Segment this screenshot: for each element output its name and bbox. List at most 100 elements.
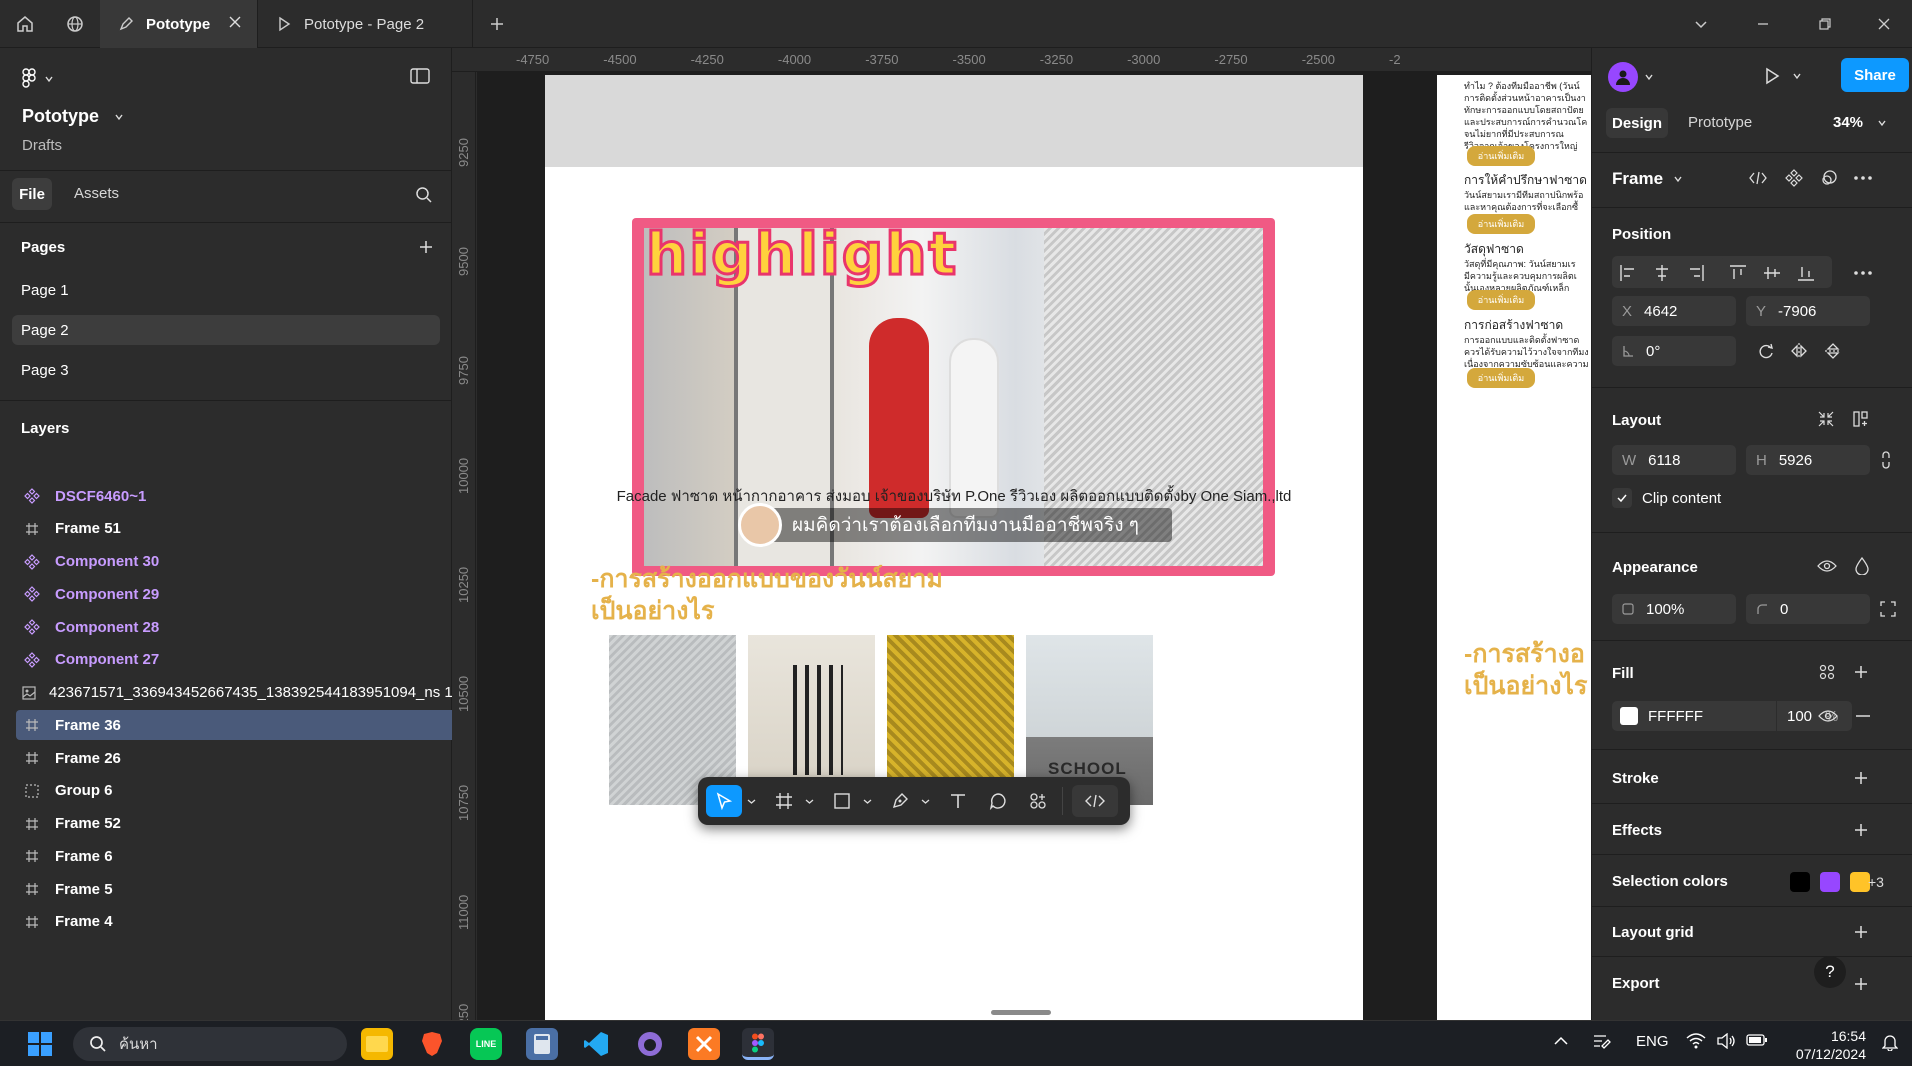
network-icon[interactable] (1686, 1033, 1706, 1049)
clock[interactable]: 16:54 07/12/2024 (1788, 1027, 1866, 1063)
toggle-visibility-button[interactable] (1817, 559, 1837, 573)
flip-horizontal-button[interactable] (1790, 342, 1808, 360)
height-field[interactable]: H 5926 (1746, 445, 1870, 475)
xampp-button[interactable] (688, 1028, 720, 1060)
new-tab-button[interactable] (472, 0, 522, 48)
move-tool-dropdown[interactable] (744, 785, 758, 817)
calculator-button[interactable] (526, 1028, 558, 1060)
shape-tool-button[interactable] (826, 785, 858, 817)
present-dropdown[interactable] (1792, 71, 1802, 81)
show-hidden-icons-button[interactable] (1553, 1033, 1569, 1049)
brave-browser-button[interactable] (416, 1028, 448, 1060)
selection-colors-more[interactable]: +3 (1868, 874, 1884, 890)
frame-tool-button[interactable] (768, 785, 800, 817)
frame-tool-dropdown[interactable] (802, 785, 816, 817)
file-explorer-button[interactable] (361, 1028, 393, 1060)
align-left-button[interactable] (1619, 264, 1637, 282)
design-frame[interactable]: highlight ผมคิดว่าเราต้องเลือกทีมงานมืออ… (545, 75, 1363, 1020)
layer-row[interactable]: Frame 5 (16, 874, 452, 904)
tab-assets[interactable]: Assets (74, 185, 119, 202)
frame-type-dropdown[interactable]: Frame (1612, 169, 1683, 189)
more-options-button[interactable] (1854, 176, 1872, 180)
resize-to-fit-button[interactable] (1817, 410, 1835, 428)
add-export-button[interactable] (1853, 976, 1869, 992)
boolean-button[interactable] (1820, 169, 1838, 187)
align-right-button[interactable] (1687, 264, 1705, 282)
close-window-button[interactable] (1856, 0, 1912, 48)
pen-tool-button[interactable] (884, 785, 916, 817)
rotation-field[interactable]: 0° (1612, 336, 1736, 366)
figma-app-button[interactable] (742, 1028, 774, 1060)
side-frame[interactable]: ทำไม ? ต้องทีมมืออาชีพ (วันน์ การติดตั้งส… (1437, 75, 1591, 1020)
corner-radius-field[interactable]: 0 (1746, 594, 1870, 624)
tab-file[interactable]: File (12, 178, 52, 210)
page-item-page-3[interactable]: Page 3 (12, 355, 440, 385)
align-horizontal-center-button[interactable] (1653, 264, 1671, 282)
language-indicator[interactable]: ENG (1636, 1033, 1669, 1050)
inspect-code-button[interactable] (1749, 170, 1767, 186)
opacity-field[interactable]: 100% (1612, 594, 1736, 624)
add-page-button[interactable] (418, 239, 434, 255)
independent-corners-button[interactable] (1880, 601, 1896, 617)
selection-color-swatch[interactable] (1820, 872, 1840, 892)
tab-prototype[interactable]: Prototype (1688, 114, 1752, 131)
volume-icon[interactable] (1716, 1033, 1736, 1049)
layer-row[interactable]: Frame 26 (16, 743, 452, 773)
text-tool-button[interactable] (942, 785, 974, 817)
community-button[interactable] (50, 0, 100, 48)
project-location[interactable]: Drafts (22, 137, 62, 154)
layer-row[interactable]: Group 6 (16, 776, 452, 806)
layer-row[interactable]: Frame 6 (16, 841, 452, 871)
auto-layout-button[interactable] (1852, 410, 1870, 428)
layer-row[interactable]: Frame 51 (16, 514, 452, 544)
layer-row[interactable]: Frame 52 (16, 809, 452, 839)
shape-tool-dropdown[interactable] (860, 785, 874, 817)
search-layers-button[interactable] (415, 186, 433, 204)
constrain-proportions-button[interactable] (1880, 451, 1892, 469)
fill-color-field[interactable]: FFFFFF 100 % (1612, 701, 1852, 731)
highlight-video-card[interactable]: highlight ผมคิดว่าเราต้องเลือกทีมงานมืออ… (632, 218, 1275, 576)
comment-tool-button[interactable] (982, 785, 1014, 817)
fill-visibility-toggle[interactable] (1818, 709, 1838, 723)
minimize-button[interactable] (1732, 0, 1794, 48)
scrollbar[interactable] (991, 1010, 1051, 1015)
read-more-button[interactable]: อ่านเพิ่มเติม (1467, 290, 1535, 310)
vscode-button[interactable] (580, 1028, 612, 1060)
layer-row[interactable]: Component 27 (16, 645, 452, 675)
more-alignment-button[interactable] (1854, 271, 1872, 275)
layer-row[interactable]: 423671571_336943452667435_13839254418395… (16, 678, 453, 708)
project-name[interactable]: Pototype (22, 106, 124, 127)
y-position-field[interactable]: Y -7906 (1746, 296, 1870, 326)
share-button[interactable]: Share (1841, 58, 1909, 92)
remove-fill-button[interactable] (1855, 715, 1871, 717)
toggle-sidebar-button[interactable] (410, 68, 430, 84)
canvas[interactable]: highlight ผมคิดว่าเราต้องเลือกทีมงานมืออ… (477, 72, 1591, 1020)
align-bottom-button[interactable] (1797, 264, 1815, 282)
pen-tool-dropdown[interactable] (918, 785, 932, 817)
layer-row[interactable]: DSCF6460~1 (16, 481, 452, 511)
github-desktop-button[interactable] (634, 1028, 666, 1060)
notifications-button[interactable] (1882, 1033, 1898, 1051)
line-app-button[interactable]: LINE (470, 1028, 502, 1060)
zoom-dropdown[interactable]: 34% (1833, 114, 1887, 131)
read-more-button[interactable]: อ่านเพิ่มเติม (1467, 146, 1535, 166)
taskbar-search[interactable]: ค้นหา (73, 1027, 347, 1061)
tab-design[interactable]: Design (1606, 108, 1668, 138)
dev-mode-button[interactable] (1072, 785, 1118, 817)
close-tab-icon[interactable] (227, 14, 243, 30)
read-more-button[interactable]: อ่านเพิ่มเติม (1467, 368, 1535, 388)
selection-color-swatch[interactable] (1850, 872, 1870, 892)
present-button[interactable] (1762, 66, 1782, 86)
x-position-field[interactable]: X 4642 (1612, 296, 1736, 326)
layer-row[interactable]: Frame 4 (16, 907, 452, 937)
resources-tool-button[interactable] (1022, 785, 1054, 817)
add-fill-button[interactable] (1853, 664, 1869, 680)
align-vertical-center-button[interactable] (1763, 264, 1781, 282)
read-more-button[interactable]: อ่านเพิ่มเติม (1467, 214, 1535, 234)
tab-pototype-page-2[interactable]: Pototype - Page 2 (258, 0, 473, 48)
battery-icon[interactable] (1746, 1033, 1768, 1047)
pen-input-button[interactable] (1592, 1033, 1612, 1051)
home-button[interactable] (0, 0, 50, 48)
layer-row[interactable]: Component 28 (16, 612, 452, 642)
maximize-button[interactable] (1794, 0, 1856, 48)
